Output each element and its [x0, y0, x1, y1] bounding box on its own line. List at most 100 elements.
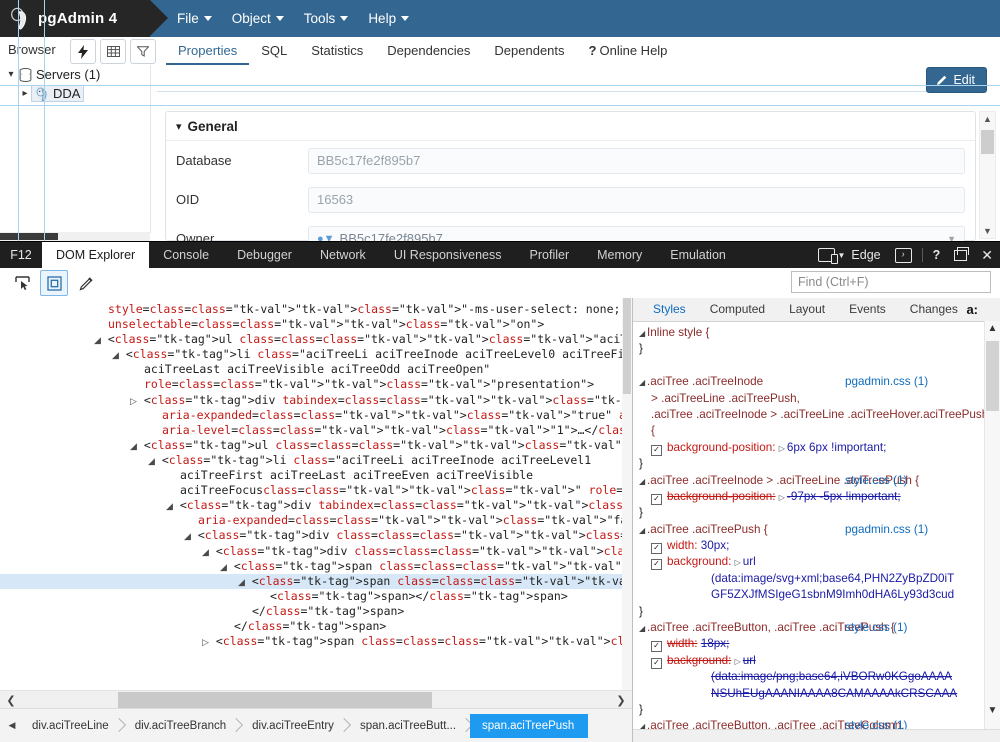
scroll-down-icon[interactable]: ▼: [980, 224, 995, 238]
console-toggle-button[interactable]: ›: [888, 242, 919, 268]
scroll-right-icon[interactable]: ❯: [610, 694, 632, 707]
dom-line[interactable]: aria-expanded=class=class="tk-val">"tk-v…: [0, 513, 622, 528]
dom-line[interactable]: ◢ <class="tk-tag">li class="aciTreeLi ac…: [0, 347, 622, 362]
close-button[interactable]: ✕: [974, 242, 1000, 268]
style-value-continued[interactable]: GF5ZXJfMSIgeG1sbnM9Imh0dHA6Ly93d3cud: [635, 587, 1000, 603]
chevron-down-icon[interactable]: ▼: [947, 234, 956, 242]
dom-line-selected[interactable]: ◢ <class="tk-tag">span class=class=class…: [0, 574, 622, 589]
style-value-continued[interactable]: (data:image/svg+xml;base64,PHN2ZyBpZD0iT: [635, 571, 1000, 587]
property-value-owner[interactable]: ●▼ BB5c17fe2f895b7 ▼: [308, 226, 965, 242]
property-value-oid[interactable]: 16563: [308, 187, 965, 213]
dom-line[interactable]: </class="tk-tag">span>: [0, 619, 622, 634]
styles-tab-changes[interactable]: Changes: [898, 298, 970, 321]
highlight-element-icon[interactable]: [40, 270, 68, 296]
pseudo-state-toggle[interactable]: a:: [966, 302, 978, 317]
breadcrumb-item[interactable]: div.aciTreeBranch: [123, 714, 240, 738]
style-rule-selector[interactable]: ◢.aciTree .aciTreeInodepgadmin.css (1): [635, 374, 1000, 390]
dom-line[interactable]: ▷ <class="tk-tag">div tabindex=class=cla…: [0, 393, 622, 408]
lightning-icon[interactable]: [70, 39, 96, 64]
dom-tree-code[interactable]: style=class=class="tk-val">"tk-val">clas…: [0, 298, 622, 694]
dom-line[interactable]: aria-level=class=class="tk-val">"tk-val"…: [0, 423, 622, 438]
style-rule-close[interactable]: }: [635, 341, 1000, 357]
scroll-up-icon[interactable]: ▲: [980, 112, 995, 126]
declaration-checkbox[interactable]: ✓: [651, 641, 662, 652]
styles-vertical-scrollbar[interactable]: ▲ ▼: [984, 321, 1000, 742]
target-selector[interactable]: ▼ Edge: [811, 242, 888, 268]
declaration-checkbox[interactable]: ✓: [651, 559, 662, 570]
style-rule-close[interactable]: }: [635, 456, 1000, 472]
style-value-continued[interactable]: NSUhEUgAAANIAAAA8CAMAAAAkCRSCAAA: [635, 686, 1000, 702]
breadcrumb-item[interactable]: span.aciTreeButt...: [348, 714, 470, 738]
dom-line[interactable]: </class="tk-tag">span>: [0, 604, 622, 619]
chevron-down-icon[interactable]: ▾: [4, 69, 18, 80]
tab-online-help[interactable]: ?Online Help: [577, 39, 680, 65]
color-picker-icon[interactable]: [72, 270, 100, 296]
breadcrumb-item[interactable]: div.aciTreeEntry: [240, 714, 348, 738]
style-rule-selector-continued[interactable]: {: [635, 423, 1000, 439]
style-declaration[interactable]: ✓background: ▷url: [635, 653, 1000, 669]
declaration-checkbox[interactable]: ✓: [651, 494, 662, 505]
chevron-right-icon[interactable]: ▸: [18, 88, 32, 99]
styles-rules-list[interactable]: ◢Inline style {} ◢.aciTree .aciTreeInode…: [633, 321, 1000, 742]
tab-sql[interactable]: SQL: [249, 39, 299, 65]
dom-horizontal-scrollbar[interactable]: ❮ ❯: [0, 690, 632, 709]
tab-statistics[interactable]: Statistics: [299, 39, 375, 65]
general-section-header[interactable]: ▾ General: [166, 112, 975, 141]
style-rule-selector[interactable]: ◢.aciTree .aciTreePush {pgadmin.css (1): [635, 522, 1000, 538]
devtools-tab-ui-responsiveness[interactable]: UI Responsiveness: [380, 242, 516, 268]
dom-line[interactable]: <class="tk-tag">span></class="tk-tag">sp…: [0, 589, 622, 604]
dom-line[interactable]: unselectable=class=class="tk-val">"tk-va…: [0, 317, 622, 332]
menu-tools[interactable]: Tools: [295, 7, 358, 30]
devtools-tab-profiler[interactable]: Profiler: [516, 242, 584, 268]
dom-line[interactable]: ◢ <class="tk-tag">ul class=class=class="…: [0, 332, 622, 347]
style-rule-close[interactable]: }: [635, 505, 1000, 521]
dom-line[interactable]: ◢ <class="tk-tag">li class="aciTreeLi ac…: [0, 453, 622, 468]
help-button[interactable]: ?: [926, 242, 948, 268]
styles-tab-events[interactable]: Events: [837, 298, 898, 321]
scrollbar-thumb[interactable]: [0, 233, 58, 240]
tab-dependents[interactable]: Dependents: [482, 39, 576, 65]
breadcrumb-item[interactable]: span.aciTreePush: [470, 714, 588, 738]
properties-vertical-scrollbar[interactable]: ▲ ▼: [979, 111, 996, 239]
declaration-checkbox[interactable]: ✓: [651, 445, 662, 456]
styles-tab-computed[interactable]: Computed: [698, 298, 777, 321]
dom-line[interactable]: role=class=class="tk-val">"tk-val">class…: [0, 377, 622, 392]
find-input[interactable]: Find (Ctrl+F): [791, 271, 991, 293]
style-rule-selector[interactable]: ◢Inline style {: [635, 325, 1000, 341]
dom-line[interactable]: ◢ <class="tk-tag">span class=class=class…: [0, 559, 622, 574]
scroll-down-icon[interactable]: ▼: [985, 705, 1000, 720]
devtools-tab-memory[interactable]: Memory: [583, 242, 656, 268]
devtools-tab-network[interactable]: Network: [306, 242, 380, 268]
style-rule-selector[interactable]: ◢.aciTree .aciTreeButton, .aciTree .aciT…: [635, 620, 1000, 636]
style-blank-line[interactable]: [635, 358, 1000, 374]
style-rule-selector-continued[interactable]: .aciTree .aciTreeInode > .aciTreeLine .a…: [635, 407, 1000, 423]
style-declaration[interactable]: ✓width: 30px;: [635, 538, 1000, 554]
dom-line[interactable]: aria-expanded=class=class="tk-val">"tk-v…: [0, 408, 622, 423]
style-value-continued[interactable]: (data:image/png;base64,iVBORw0KGgoAAAA: [635, 669, 1000, 685]
scroll-left-icon[interactable]: ❮: [0, 694, 22, 707]
edit-button[interactable]: Edit: [926, 67, 987, 93]
declaration-checkbox[interactable]: ✓: [651, 543, 662, 554]
devtools-tab-dom-explorer[interactable]: DOM Explorer: [42, 242, 149, 268]
devtools-tab-debugger[interactable]: Debugger: [223, 242, 306, 268]
style-rule-selector[interactable]: ◢.aciTree .aciTreeInode > .aciTreeLine .…: [635, 473, 1000, 489]
undock-button[interactable]: [947, 242, 974, 268]
style-declaration[interactable]: ✓background-position: ▷-97px -5px !impor…: [635, 489, 1000, 505]
tab-properties[interactable]: Properties: [166, 39, 249, 65]
scrollbar-track[interactable]: [22, 691, 610, 709]
scrollbar-thumb[interactable]: [118, 692, 432, 708]
dom-line[interactable]: ◢ <class="tk-tag">div class=class=class=…: [0, 528, 622, 543]
select-element-icon[interactable]: [8, 270, 36, 296]
styles-tab-styles[interactable]: Styles: [641, 298, 698, 321]
scroll-up-icon[interactable]: ▲: [985, 323, 1000, 338]
tree-node-dda[interactable]: ▸ DDA: [0, 84, 150, 103]
dom-line[interactable]: style=class=class="tk-val">"tk-val">clas…: [0, 302, 622, 317]
style-declaration[interactable]: ✓background-position: ▷6px 6px !importan…: [635, 440, 1000, 456]
devtools-tab-emulation[interactable]: Emulation: [656, 242, 740, 268]
declaration-checkbox[interactable]: ✓: [651, 658, 662, 669]
scrollbar-thumb[interactable]: [986, 341, 999, 411]
menu-object[interactable]: Object: [223, 7, 293, 30]
dom-line[interactable]: aciTreeFirst aciTreeLast aciTreeEven aci…: [0, 468, 622, 483]
property-value-database[interactable]: BB5c17fe2f895b7: [308, 148, 965, 174]
filter-icon[interactable]: [130, 39, 156, 64]
